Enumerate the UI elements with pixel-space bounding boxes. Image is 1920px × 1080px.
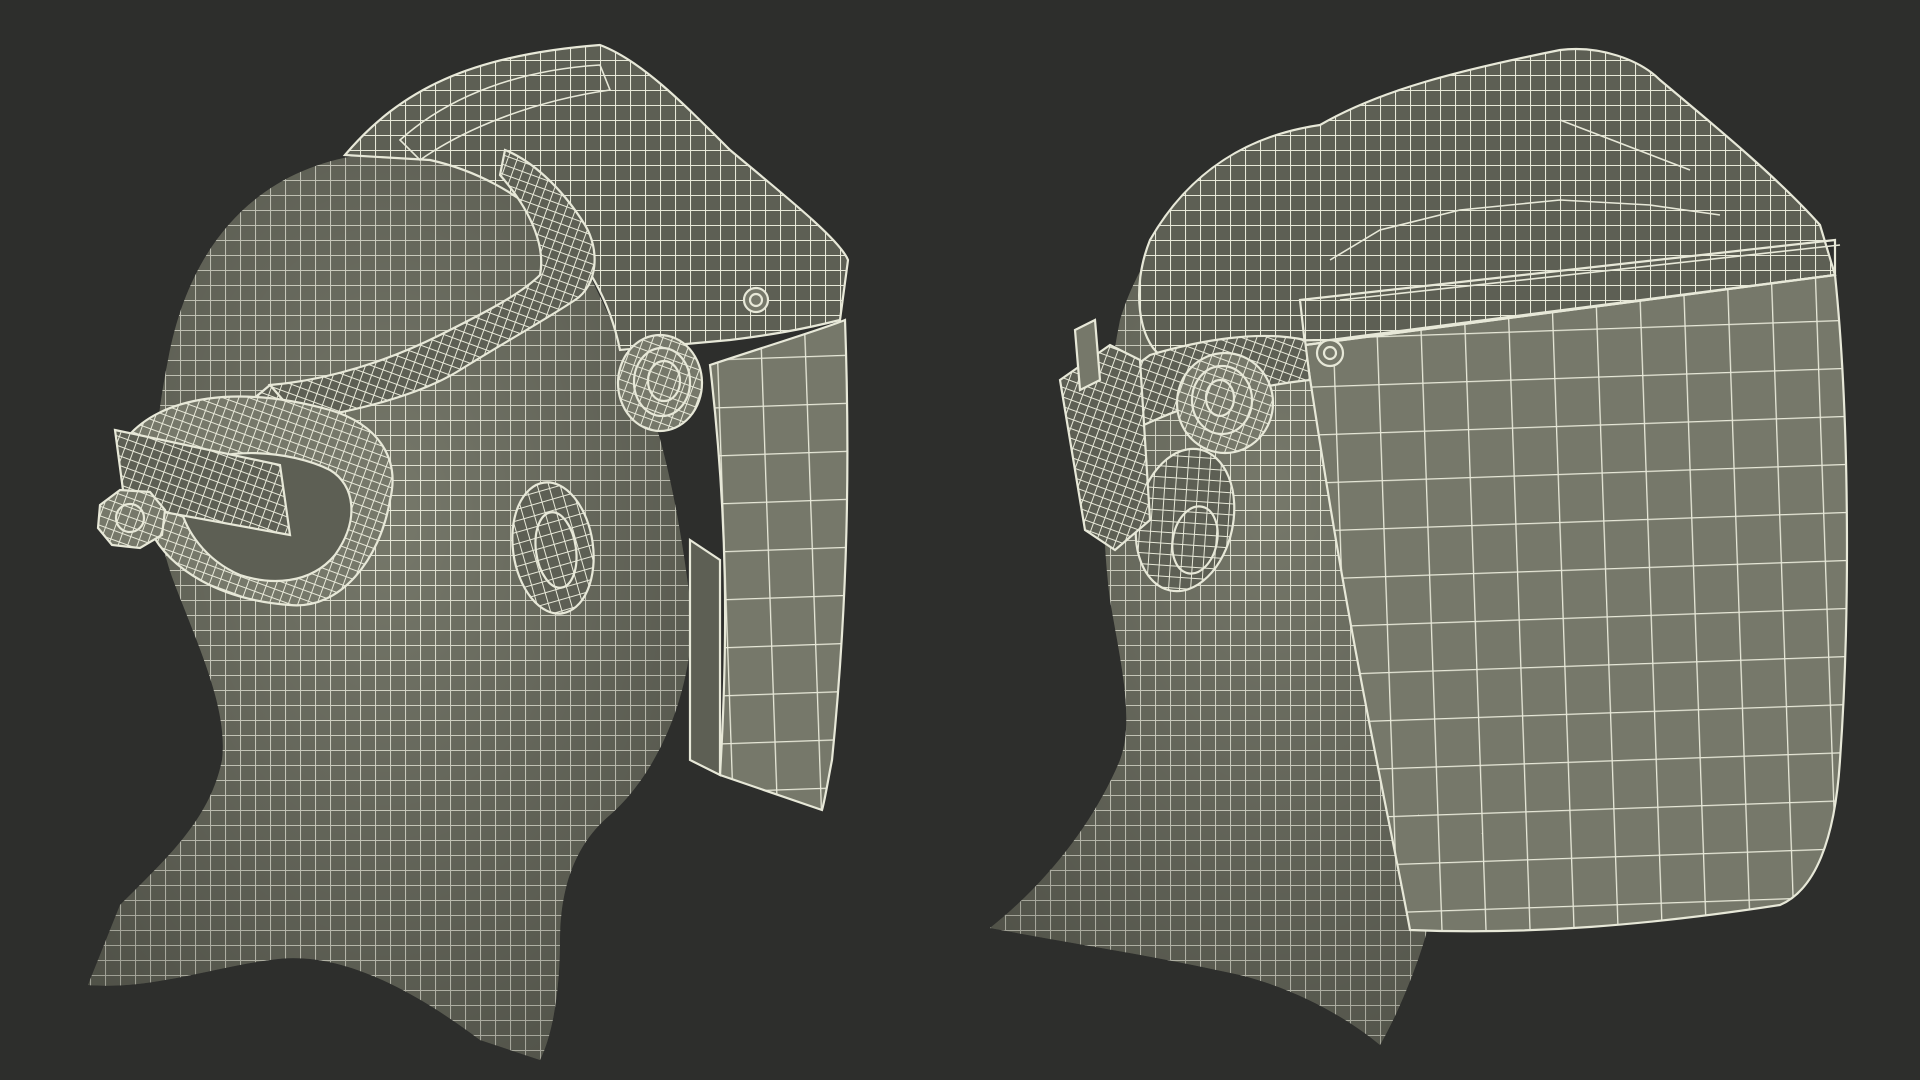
ratchet-knob [96,488,167,550]
face-shield-panel [688,318,849,812]
pivot-knob [1175,351,1275,455]
visor-bolt [1315,338,1345,368]
visor-bolt [742,286,770,314]
pivot-knob [616,333,704,433]
head-with-face-shield-raised-view [88,43,850,1060]
head-with-face-shield-lowered-view [990,48,1849,1045]
viewport: .mesh { fill: #76786a; stroke: none; } .… [0,0,1920,1080]
